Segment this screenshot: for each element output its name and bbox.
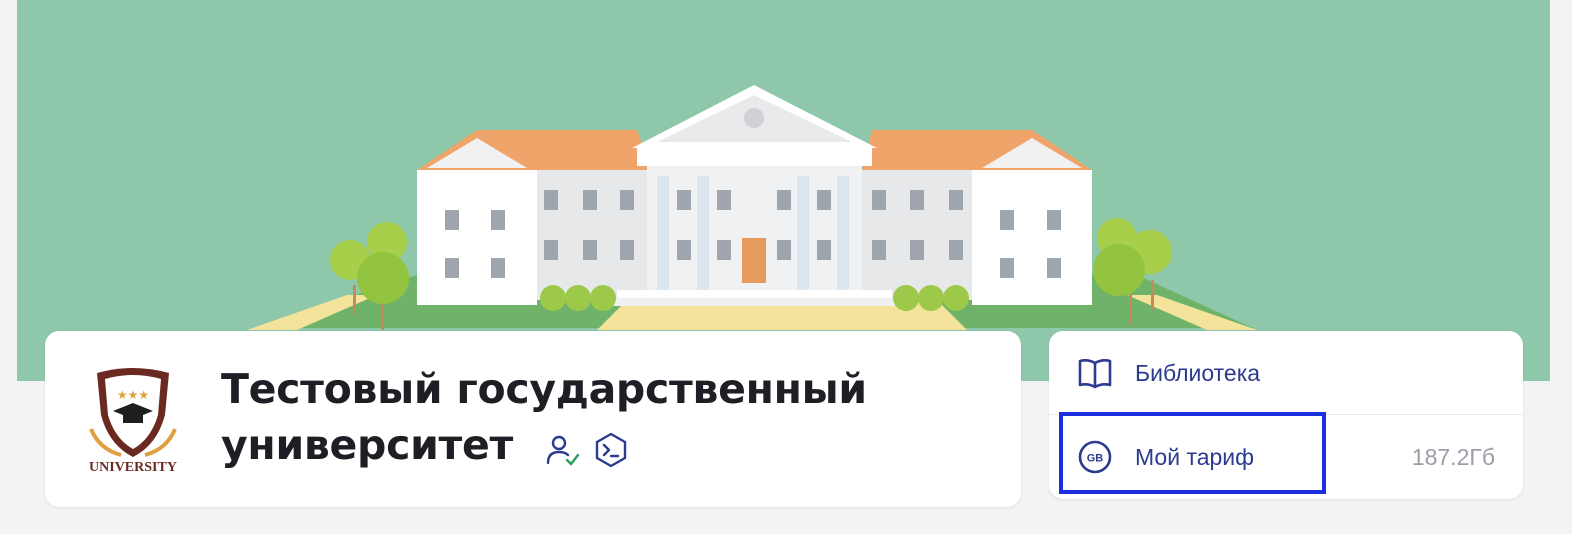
logo-text: UNIVERSITY: [89, 460, 177, 475]
verified-user-icon[interactable]: [545, 426, 581, 466]
my-tariff-link[interactable]: GB Мой тариф 187.2Гб: [1049, 415, 1523, 499]
library-link[interactable]: Библиотека: [1049, 331, 1523, 415]
terminal-hexagon-icon[interactable]: [593, 426, 629, 468]
library-label: Библиотека: [1135, 360, 1261, 386]
storage-usage-value: 187.2Гб: [1411, 444, 1495, 470]
organization-name: Тестовый государственный университет: [221, 365, 867, 469]
university-logo: ★★★ UNIVERSITY: [77, 365, 189, 477]
gb-circle-icon: GB: [1077, 439, 1113, 475]
svg-text:★★★: ★★★: [117, 388, 149, 402]
organization-title: Тестовый государственный университет: [221, 361, 981, 473]
cover-banner: [17, 0, 1550, 381]
book-icon: [1077, 355, 1113, 391]
organization-card: ★★★ UNIVERSITY Тестовый государственный …: [45, 331, 1021, 507]
university-building-illustration: [17, 85, 1550, 381]
svg-text:GB: GB: [1087, 453, 1104, 465]
side-menu: Библиотека GB Мой тариф 187.2Гб: [1049, 331, 1523, 499]
my-tariff-label: Мой тариф: [1135, 444, 1255, 470]
